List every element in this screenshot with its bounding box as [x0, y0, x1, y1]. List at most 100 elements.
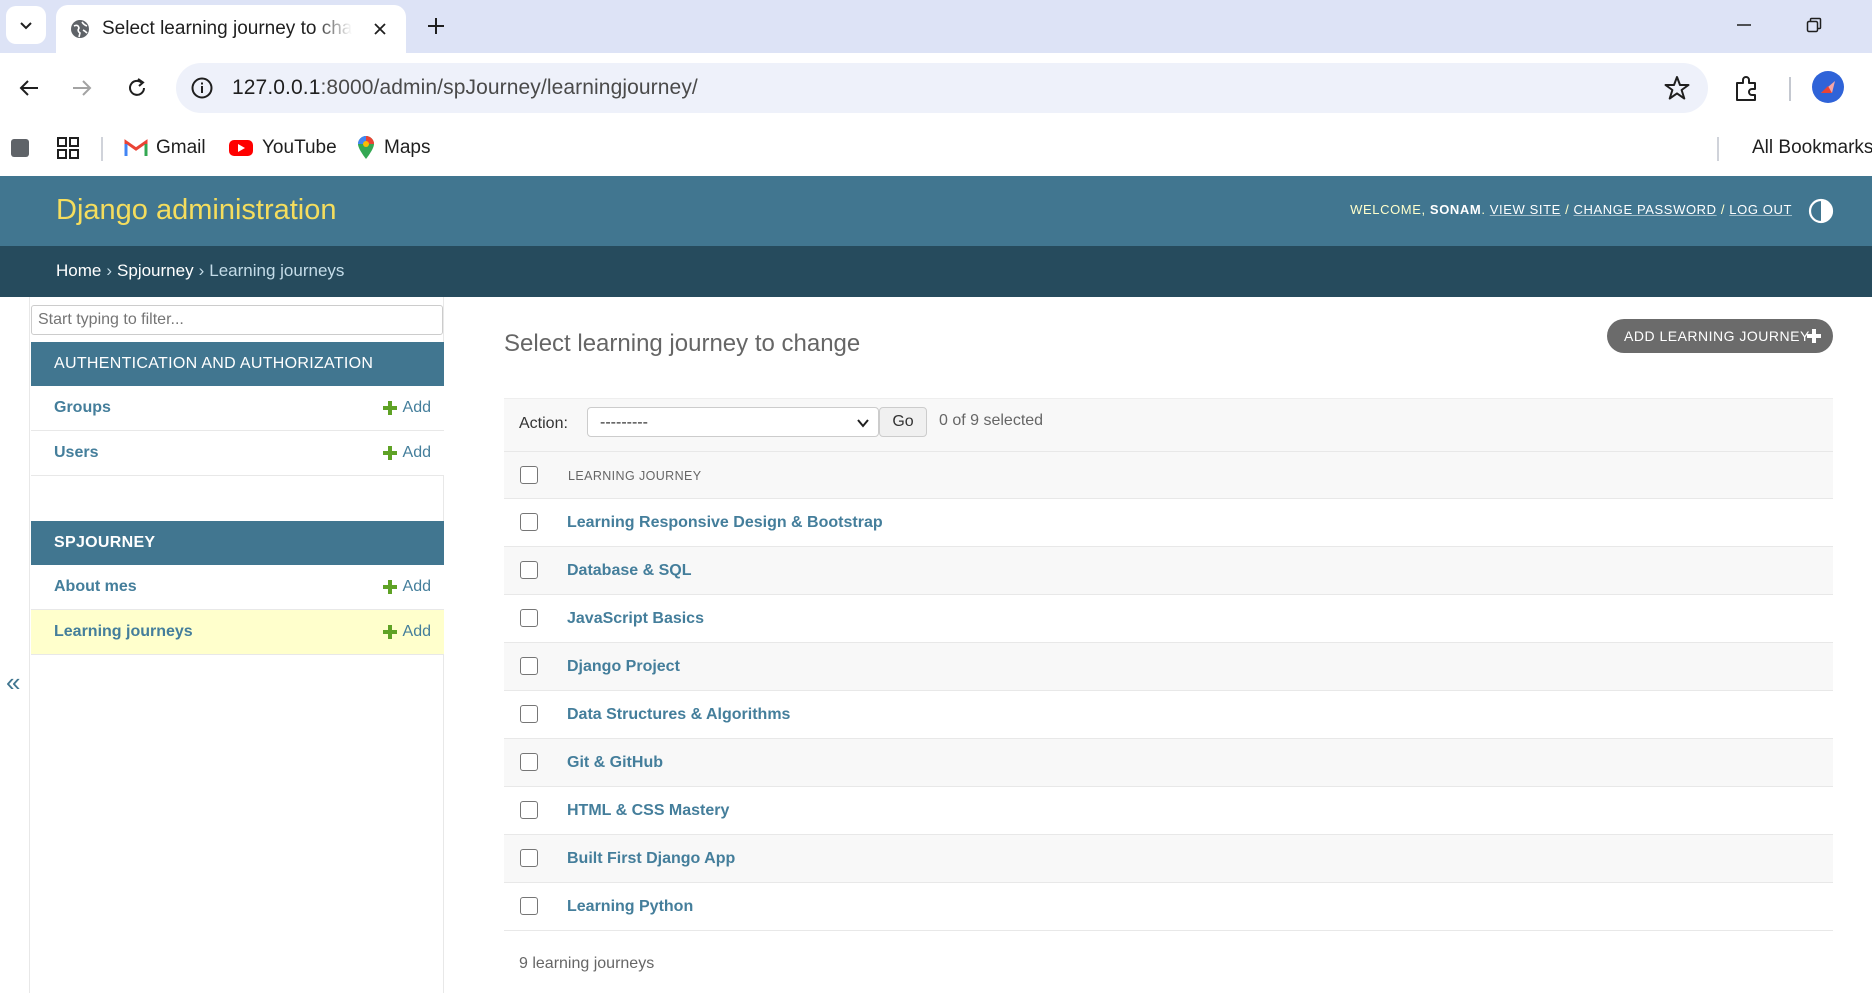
table-body: Learning Responsive Design & Bootstrap Da… [504, 499, 1833, 931]
row-checkbox[interactable] [520, 561, 538, 579]
url-host: 127.0.0.1 [232, 76, 321, 99]
select-all-checkbox[interactable] [520, 466, 538, 484]
forward-button[interactable] [64, 70, 100, 106]
breadcrumb-separator: › [106, 261, 113, 280]
new-tab-button[interactable] [420, 10, 452, 42]
row-checkbox[interactable] [520, 897, 538, 915]
model-link-about-mes[interactable]: About mes [54, 578, 137, 596]
bookmark-maps[interactable]: Maps [356, 133, 430, 163]
model-link-groups[interactable]: Groups [54, 399, 111, 417]
minimize-icon [1737, 24, 1751, 26]
row-link[interactable]: Learning Responsive Design & Bootstrap [567, 514, 883, 532]
add-learning-journeys-link[interactable]: Add [382, 623, 431, 641]
log-out-link[interactable]: Log out [1729, 202, 1792, 217]
change-password-link[interactable]: Change password [1574, 202, 1717, 217]
back-button[interactable] [11, 70, 47, 106]
bookmarks-divider [1717, 137, 1719, 161]
action-selected-value: --------- [600, 414, 648, 431]
add-about-mes-link[interactable]: Add [382, 578, 431, 596]
app-caption-auth[interactable]: Authentication and Authorization [31, 342, 444, 386]
app-square-icon [11, 139, 29, 157]
row-checkbox[interactable] [520, 657, 538, 675]
model-link-users[interactable]: Users [54, 444, 98, 462]
breadcrumb-separator: › [198, 261, 205, 280]
profile-icon [1821, 81, 1835, 93]
restore-icon [1806, 17, 1822, 33]
row-link[interactable]: Database & SQL [567, 562, 691, 580]
extensions-icon[interactable] [1732, 73, 1762, 103]
bookmark-star-icon[interactable] [1664, 75, 1690, 101]
restore-window-button[interactable] [1794, 8, 1834, 42]
add-icon [382, 580, 397, 594]
apps-grid-button[interactable] [56, 133, 80, 163]
address-bar[interactable]: 127.0.0.1:8000/admin/spJourney/learningj… [176, 63, 1708, 113]
tab-search-button[interactable] [6, 6, 46, 44]
collapse-chevron-icon: « [6, 667, 21, 697]
add-learning-journey-button[interactable]: Add learning journey [1607, 319, 1833, 353]
close-tab-button[interactable] [368, 17, 392, 41]
breadcrumb-app[interactable]: Spjourney [117, 261, 194, 280]
add-icon [382, 625, 397, 639]
reload-button[interactable] [119, 70, 155, 106]
chevron-down-icon [857, 419, 869, 428]
row-checkbox[interactable] [520, 609, 538, 627]
bookmark-gmail[interactable]: Gmail [124, 133, 206, 163]
breadcrumb-home[interactable]: Home [56, 261, 101, 280]
row-checkbox[interactable] [520, 801, 538, 819]
youtube-icon [229, 140, 253, 156]
sidebar-item-about-mes: About mes Add [31, 565, 444, 610]
sidebar-collapse-button[interactable]: « [0, 297, 30, 993]
row-link[interactable]: Data Structures & Algorithms [567, 706, 790, 724]
page-title: Select learning journey to change [504, 330, 861, 357]
go-button[interactable]: Go [879, 407, 927, 437]
paginator: 9 learning journeys [519, 955, 655, 972]
action-select[interactable]: --------- [587, 407, 879, 437]
action-label: Action: [519, 415, 568, 432]
chevron-down-icon [20, 22, 32, 30]
table-header: Learning journey [504, 451, 1833, 499]
row-checkbox[interactable] [520, 705, 538, 723]
row-link[interactable]: HTML & CSS Mastery [567, 802, 729, 820]
profile-avatar[interactable] [1812, 71, 1844, 103]
row-link[interactable]: Built First Django App [567, 850, 735, 868]
app-caption-spjourney[interactable]: Spjourney [31, 521, 444, 565]
theme-toggle-icon[interactable] [1808, 198, 1834, 224]
selected-count: 0 of 9 selected [939, 412, 1044, 429]
bookmarks-bar: Gmail YouTube Maps All Bookmarks [0, 123, 1872, 173]
add-groups-link[interactable]: Add [382, 399, 431, 417]
add-button-label: Add learning journey [1624, 328, 1810, 344]
result-list-table: Learning journey Learning Responsive Des… [504, 451, 1833, 931]
sidebar-filter-input[interactable] [31, 305, 443, 335]
add-label: Add [402, 399, 431, 416]
all-bookmarks-label: All Bookmarks [1752, 137, 1872, 158]
site-branding[interactable]: Django administration [56, 194, 336, 227]
bookmark-label: Maps [384, 137, 431, 158]
view-site-link[interactable]: View site [1490, 202, 1561, 217]
bookmark-youtube[interactable]: YouTube [228, 133, 337, 163]
maps-icon [358, 136, 374, 159]
admin-header: Django administration Welcome, sonam. Vi… [0, 176, 1872, 246]
username: sonam [1429, 202, 1482, 217]
row-link[interactable]: Django Project [567, 658, 680, 676]
all-bookmarks-folder[interactable]: All Bookmarks [1744, 133, 1872, 163]
browser-tab-active[interactable]: Select learning journey to change [56, 5, 406, 53]
bookmark-apps-square[interactable] [10, 133, 30, 163]
table-row: Database & SQL [504, 547, 1833, 595]
row-checkbox[interactable] [520, 513, 538, 531]
column-header-learning-journey[interactable]: Learning journey [568, 469, 702, 483]
arrow-left-icon [19, 80, 38, 96]
arrow-right-icon [73, 80, 92, 96]
row-link[interactable]: JavaScript Basics [567, 610, 704, 628]
row-checkbox[interactable] [520, 849, 538, 867]
nav-sidebar: Authentication and Authorization Groups … [30, 297, 444, 993]
row-checkbox[interactable] [520, 753, 538, 771]
model-link-learning-journeys[interactable]: Learning journeys [54, 623, 193, 641]
row-link[interactable]: Learning Python [567, 898, 693, 916]
minimize-window-button[interactable] [1724, 8, 1764, 42]
row-link[interactable]: Git & GitHub [567, 754, 663, 772]
sidebar-item-learning-journeys: Learning journeys Add [31, 610, 444, 655]
tab-title: Select learning journey to change [102, 18, 352, 39]
add-label: Add [402, 578, 431, 595]
site-info-icon[interactable] [190, 76, 214, 100]
add-users-link[interactable]: Add [382, 444, 431, 462]
